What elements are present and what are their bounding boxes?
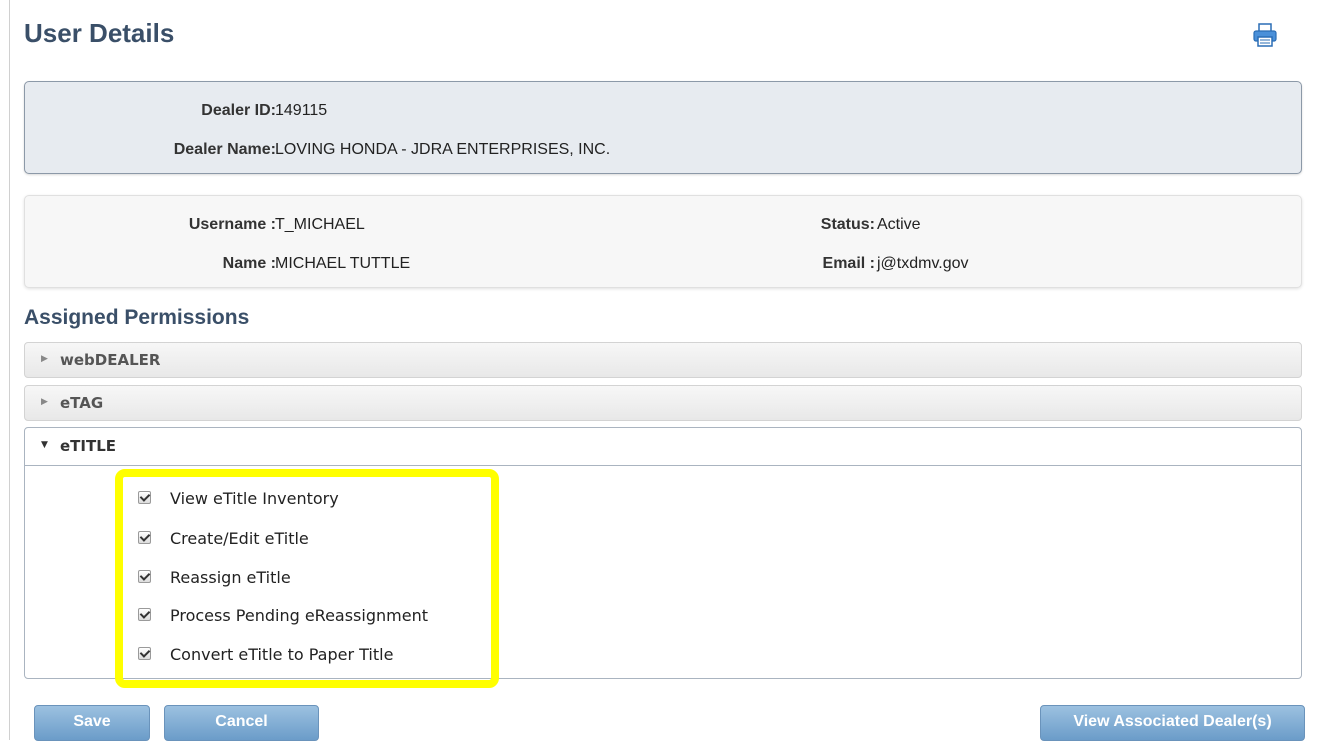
dealer-id-label-wrap: Dealer ID: — [201, 102, 276, 120]
status-label-wrap: Status: — [821, 216, 875, 234]
dealer-id-value: 149115 — [275, 102, 328, 119]
accordion-etitle-label: eTITLE — [60, 437, 117, 455]
view-associated-dealers-button[interactable]: View Associated Dealer(s) — [1040, 705, 1305, 741]
page-title: User Details — [24, 18, 175, 48]
status-wrap: Active — [877, 216, 921, 234]
username-wrap: T_MICHAEL — [275, 216, 365, 234]
name-value: MICHAEL TUTTLE — [275, 255, 411, 272]
accordion-webdealer-label: webDEALER — [60, 351, 161, 369]
username-label-wrap: Username : — [189, 216, 276, 234]
printer-icon[interactable] — [1252, 22, 1278, 48]
caret-down-icon: ▼ — [41, 440, 48, 450]
accordion-etag-label: eTAG — [60, 394, 104, 412]
email-label-wrap: Email : — [823, 255, 875, 273]
caret-right-icon: ▶ — [41, 354, 48, 364]
username-label: Username : — [188, 216, 276, 233]
status-label: Status: — [820, 216, 875, 233]
username-value: T_MICHAEL — [275, 216, 365, 233]
email-value: j@txdmv.gov — [877, 255, 969, 272]
cancel-button[interactable]: Cancel — [164, 705, 319, 741]
accordion-webdealer[interactable]: ▶ webDEALER — [24, 342, 1302, 378]
dealer-name-wrap: LOVING HONDA - JDRA ENTERPRISES, INC. — [275, 141, 610, 159]
status-value: Active — [877, 216, 921, 233]
name-wrap: MICHAEL TUTTLE — [275, 255, 410, 273]
assigned-permissions-heading: Assigned Permissions — [24, 306, 250, 329]
accordion-etitle[interactable]: ▼ eTITLE — [25, 428, 1301, 466]
highlight-annotation-box — [115, 469, 499, 688]
accordion-etag[interactable]: ▶ eTAG — [24, 385, 1302, 421]
email-label: Email : — [822, 255, 875, 272]
dealer-name-label-wrap: Dealer Name: — [174, 141, 276, 159]
dealer-info-panel: Dealer ID: 149115 Dealer Name: LOVING HO… — [24, 81, 1302, 174]
dealer-name-label: Dealer Name: — [173, 141, 276, 158]
user-info-panel: Username : T_MICHAEL Name : MICHAEL TUTT… — [24, 195, 1302, 288]
name-label: Name : — [222, 255, 276, 272]
name-label-wrap: Name : — [223, 255, 276, 273]
dealer-id-label: Dealer ID: — [201, 102, 276, 119]
caret-right-icon: ▶ — [41, 397, 48, 407]
dealer-name-value: LOVING HONDA - JDRA ENTERPRISES, INC. — [275, 141, 611, 158]
email-wrap: j@txdmv.gov — [877, 255, 969, 273]
dealer-id-wrap: 149115 — [275, 102, 327, 120]
save-button[interactable]: Save — [34, 705, 150, 741]
